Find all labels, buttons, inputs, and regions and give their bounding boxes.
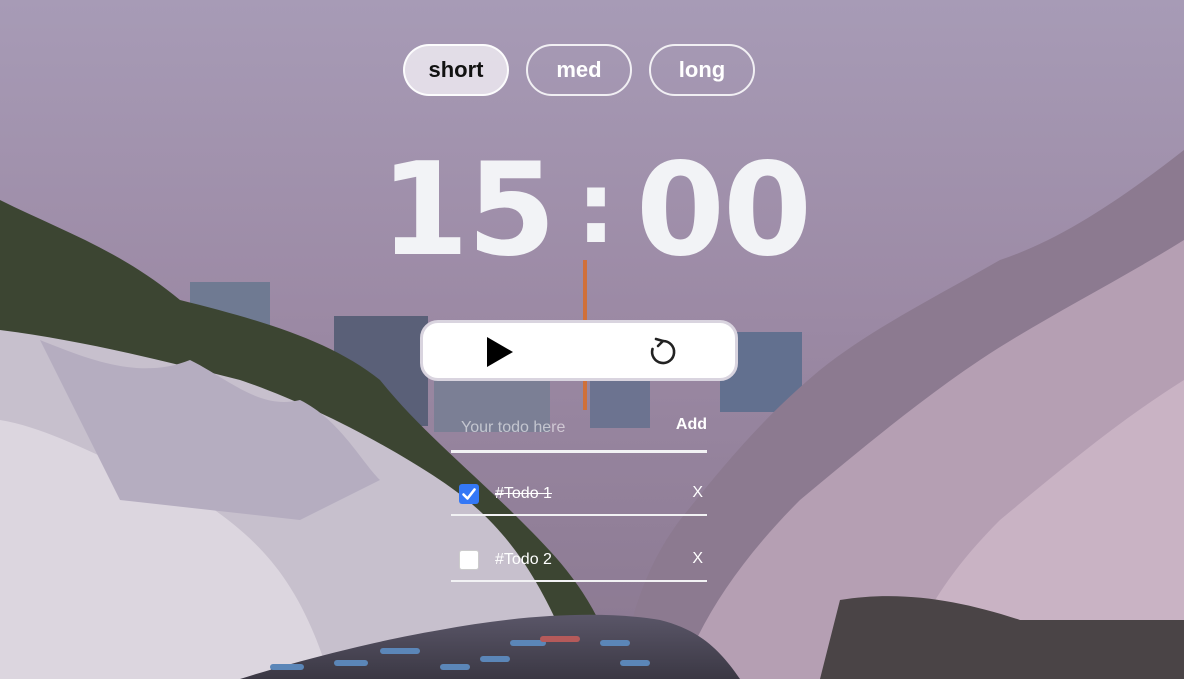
timer-controls: [420, 320, 738, 381]
todo-form: Add: [451, 408, 707, 453]
todo-checkbox[interactable]: [459, 484, 479, 504]
timer-seconds: 00: [635, 135, 812, 285]
mode-short-button[interactable]: short: [403, 44, 509, 96]
add-todo-button[interactable]: Add: [676, 416, 707, 434]
timer-display: 15 : 00: [380, 136, 812, 285]
mode-selector: short med long: [403, 44, 755, 96]
todo-input[interactable]: [459, 416, 663, 440]
todo-item: #Todo 2 X: [451, 540, 707, 582]
play-icon: [487, 337, 513, 367]
mode-med-button[interactable]: med: [526, 44, 632, 96]
timer-minutes: 15: [380, 135, 556, 285]
mode-long-button[interactable]: long: [649, 44, 755, 96]
todo-text: #Todo 2: [495, 551, 552, 568]
todo-text: #Todo 1: [495, 485, 552, 502]
play-button[interactable]: [483, 335, 517, 369]
checkmark-icon: [462, 488, 476, 500]
delete-todo-button[interactable]: X: [692, 484, 703, 502]
delete-todo-button[interactable]: X: [692, 550, 703, 568]
reset-button[interactable]: [647, 336, 679, 368]
reset-icon: [650, 337, 676, 365]
todo-checkbox[interactable]: [459, 550, 479, 570]
todo-item: #Todo 1 X: [451, 474, 707, 516]
timer-separator: :: [576, 148, 616, 266]
